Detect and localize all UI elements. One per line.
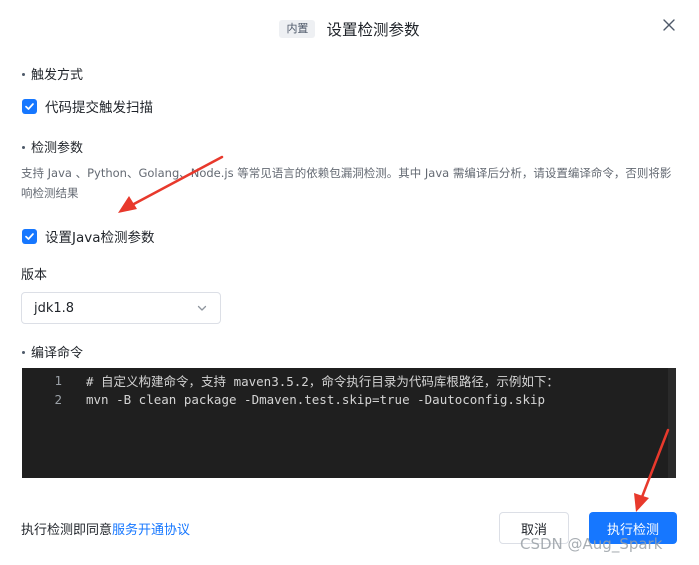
bullet-dot — [22, 73, 25, 76]
line-number: 2 — [54, 391, 62, 407]
java-params-option[interactable]: 设置Java检测参数 — [22, 227, 155, 246]
params-description: 支持 Java 、Python、Golang、Node.js 等常见语言的依赖包… — [21, 166, 672, 200]
version-label: 版本 — [21, 268, 48, 283]
line-number: 1 — [54, 372, 62, 388]
code-line: 1 # 自定义构建命令，支持 maven3.5.2，命令执行目录为代码库根路径，… — [22, 370, 559, 390]
service-agreement-link[interactable]: 服务开通协议 — [112, 523, 190, 538]
java-params-label: 设置Java检测参数 — [45, 230, 155, 246]
code-line: 2 mvn -B clean package -Dmaven.test.skip… — [22, 389, 545, 409]
settings-dialog: 内置 设置检测参数 触发方式 代码提交触发扫描 检测参数 支持 Java 、Py… — [0, 0, 699, 565]
commit-trigger-option[interactable]: 代码提交触发扫描 — [22, 97, 153, 116]
builtin-tag: 内置 — [279, 20, 316, 38]
code-text: # 自定义构建命令，支持 maven3.5.2，命令执行目录为代码库根路径，示例… — [86, 373, 559, 389]
agreement-text: 执行检测即同意服务开通协议 — [21, 523, 191, 538]
version-select[interactable]: jdk1.8 — [21, 292, 221, 324]
trigger-section-title: 触发方式 — [22, 64, 83, 83]
annotation-arrows — [118, 155, 670, 512]
version-select-value: jdk1.8 — [34, 300, 75, 316]
java-params-checkbox[interactable] — [22, 228, 37, 244]
bullet-dot — [22, 351, 25, 354]
watermark: CSDN @Aug_Spark — [520, 535, 663, 553]
code-text: mvn -B clean package -Dmaven.test.skip=t… — [86, 391, 546, 407]
close-button[interactable] — [656, 12, 682, 38]
commit-trigger-checkbox[interactable] — [22, 98, 37, 114]
commit-trigger-label: 代码提交触发扫描 — [45, 100, 153, 116]
bullet-dot — [22, 146, 25, 149]
dialog-title: 设置检测参数 — [326, 21, 420, 39]
params-section-title: 检测参数 — [22, 137, 83, 156]
compile-command-editor[interactable]: 1 # 自定义构建命令，支持 maven3.5.2，命令执行目录为代码库根路径，… — [22, 368, 676, 478]
close-icon — [663, 19, 675, 31]
dialog-header: 内置 设置检测参数 — [0, 18, 699, 44]
check-icon — [25, 102, 34, 110]
check-icon — [25, 232, 34, 240]
compile-section-title: 编译命令 — [22, 342, 83, 361]
chevron-down-icon — [197, 305, 207, 311]
editor-scrollbar[interactable] — [668, 368, 676, 478]
